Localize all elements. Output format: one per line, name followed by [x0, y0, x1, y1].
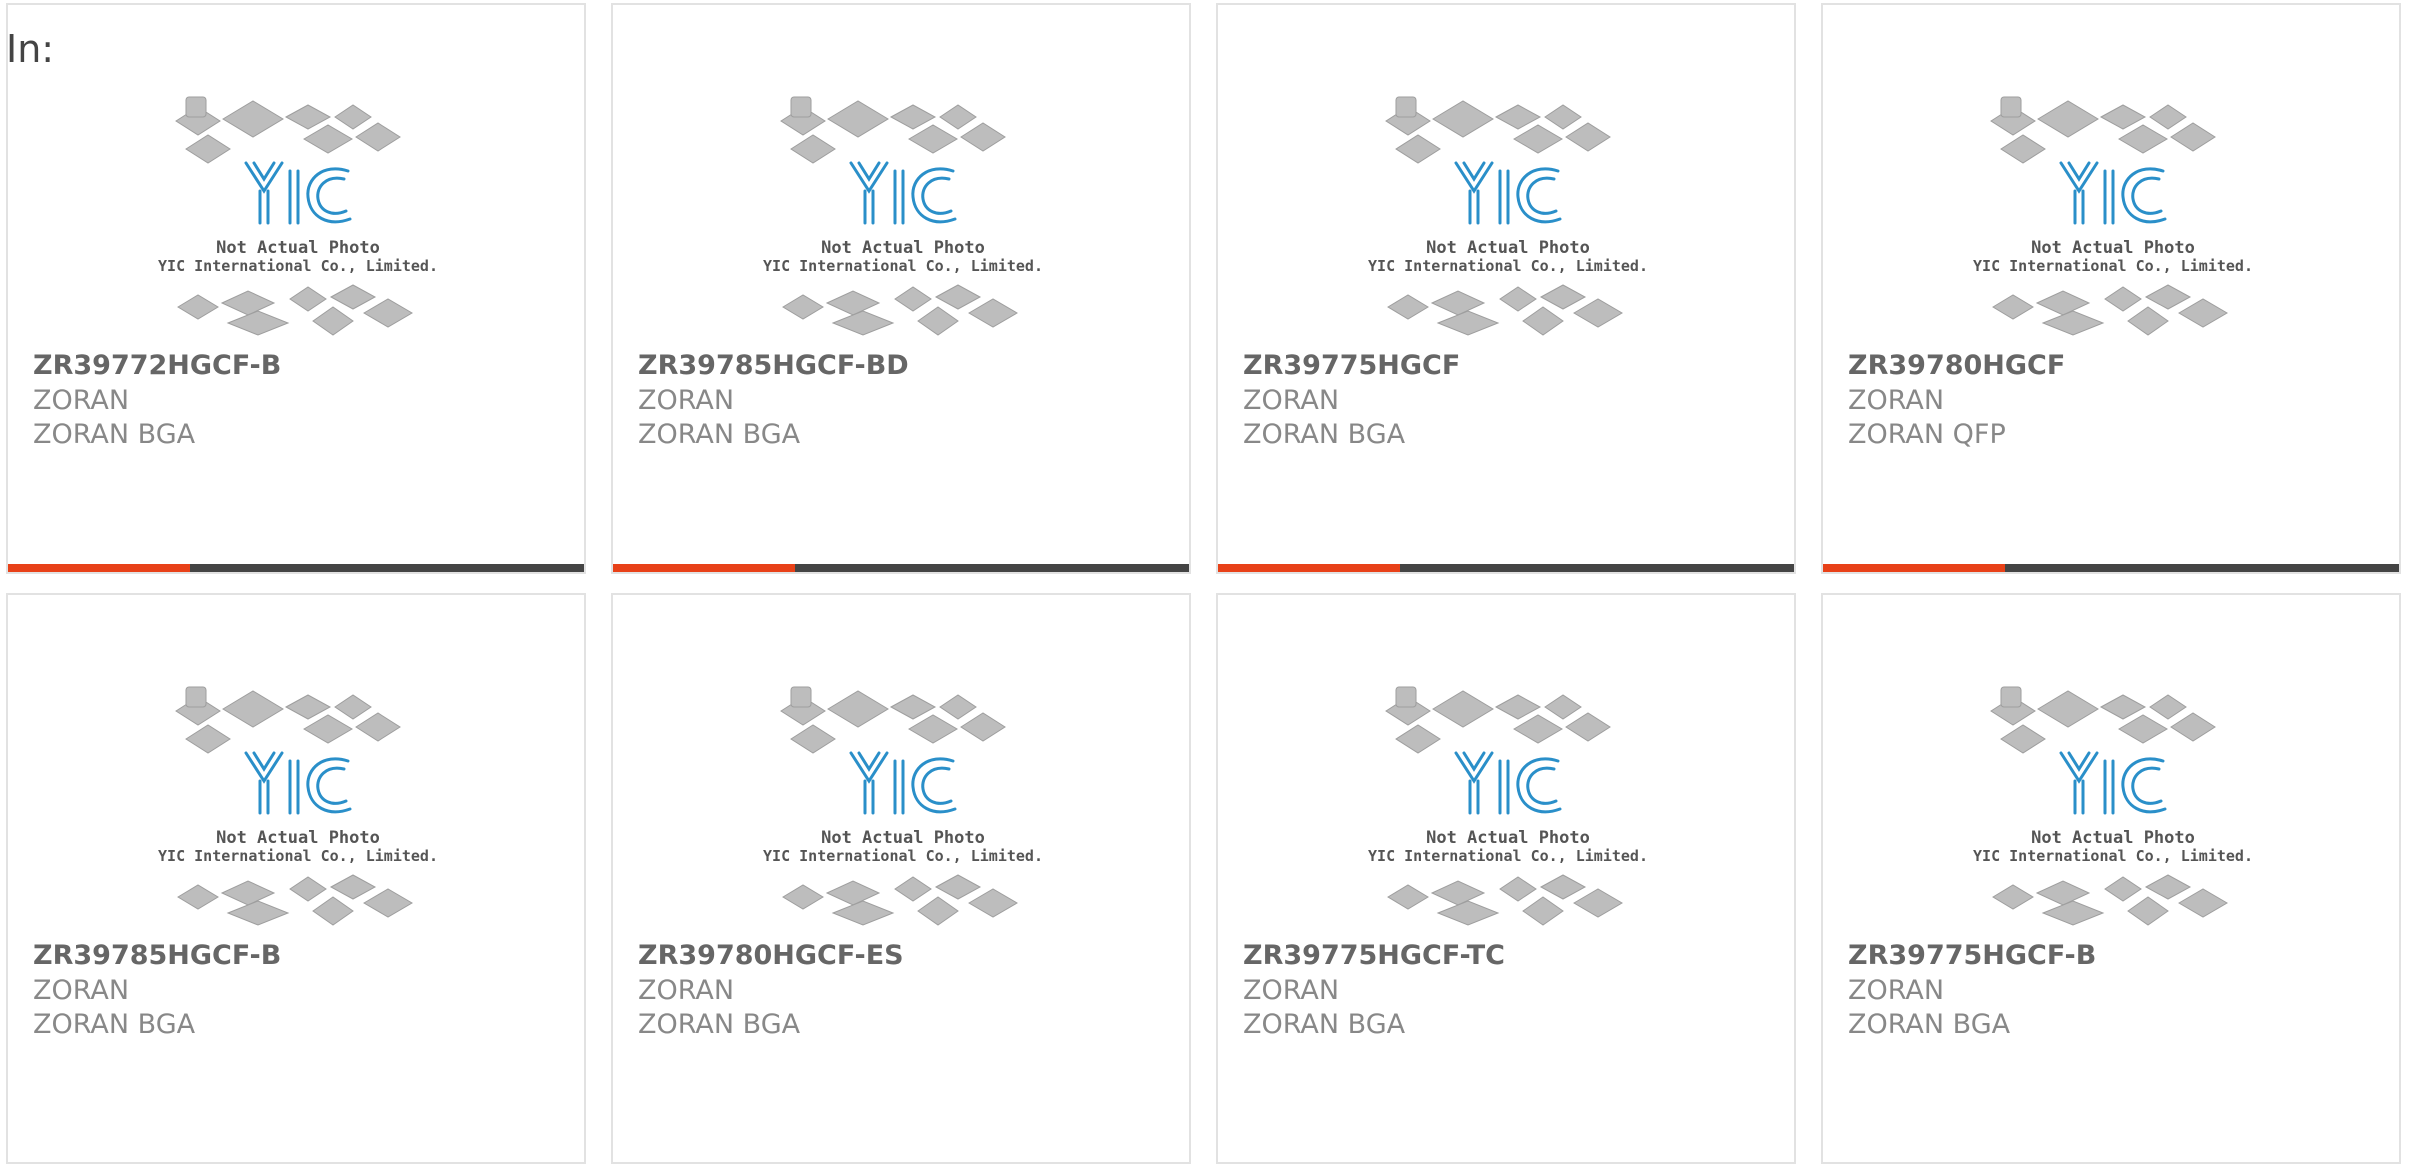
chip-images — [175, 686, 413, 926]
card-bottom-bar — [613, 564, 1189, 572]
in-label: In: — [6, 27, 55, 71]
photo-caption-line1: Not Actual Photo — [216, 828, 380, 848]
product-photo-placeholder: Not Actual PhotoYIC International Co., L… — [1368, 686, 1648, 926]
manufacturer: ZORAN — [638, 385, 735, 416]
card-accent-bar — [613, 564, 795, 572]
yic-logo — [244, 161, 352, 225]
manufacturer: ZORAN — [638, 975, 735, 1006]
yic-logo — [1454, 751, 1562, 815]
part-number[interactable]: ZR39780HGCF — [1848, 350, 2065, 381]
product-photo-placeholder: Not Actual PhotoYIC International Co., L… — [1973, 686, 2253, 926]
product-card[interactable]: Not Actual Photo YIC International Co., L… — [6, 593, 586, 1164]
manufacturer: ZORAN — [1243, 975, 1340, 1006]
product-card[interactable]: Not Actual Photo YIC International Co., L… — [1821, 593, 2401, 1164]
manufacturer: ZORAN — [1848, 385, 1945, 416]
manufacturer: ZORAN — [1243, 385, 1340, 416]
photo-caption-line2: YIC International Co., Limited. — [1973, 847, 2253, 865]
photo-caption-line2: YIC International Co., Limited. — [1368, 257, 1648, 275]
card-bottom-bar — [1218, 564, 1794, 572]
chip-images — [1990, 686, 2228, 926]
product-photo-placeholder: Not Actual PhotoYIC International Co., L… — [158, 686, 438, 926]
package: ZORAN BGA — [1243, 1009, 1406, 1040]
photo-caption-line1: Not Actual Photo — [2031, 828, 2195, 848]
package: ZORAN BGA — [638, 1009, 801, 1040]
photo-caption-line1: Not Actual Photo — [1426, 238, 1590, 258]
product-card[interactable]: Not Actual Photo YIC International Co., L… — [1216, 3, 1796, 574]
chip-images — [1990, 96, 2228, 336]
manufacturer: ZORAN — [1848, 975, 1945, 1006]
card-bottom-bar — [8, 564, 584, 572]
part-number[interactable]: ZR39775HGCF-TC — [1243, 940, 1505, 971]
photo-caption-line1: Not Actual Photo — [2031, 238, 2195, 258]
package: ZORAN BGA — [33, 419, 196, 450]
product-photo-placeholder: Not Actual PhotoYIC International Co., L… — [158, 96, 438, 336]
card-accent-bar — [8, 564, 190, 572]
yic-logo — [849, 751, 957, 815]
photo-caption-line2: YIC International Co., Limited. — [763, 257, 1043, 275]
photo-caption-line2: YIC International Co., Limited. — [1973, 257, 2253, 275]
product-photo-placeholder: Not Actual PhotoYIC International Co., L… — [1368, 96, 1648, 336]
photo-caption-line2: YIC International Co., Limited. — [1368, 847, 1648, 865]
card-accent-bar — [1823, 564, 2005, 572]
part-number[interactable]: ZR39775HGCF-B — [1848, 940, 2096, 971]
yic-logo — [849, 161, 957, 225]
photo-caption-line1: Not Actual Photo — [216, 238, 380, 258]
package: ZORAN BGA — [33, 1009, 196, 1040]
chip-images — [780, 96, 1018, 336]
product-card[interactable]: Not Actual Photo YIC International Co., L… — [6, 3, 586, 574]
yic-logo — [244, 751, 352, 815]
product-photo-placeholder: Not Actual PhotoYIC International Co., L… — [1973, 96, 2253, 336]
package: ZORAN BGA — [1243, 419, 1406, 450]
part-number[interactable]: ZR39772HGCF-B — [33, 350, 281, 381]
photo-caption-line2: YIC International Co., Limited. — [763, 847, 1043, 865]
product-photo-placeholder: Not Actual PhotoYIC International Co., L… — [763, 686, 1043, 926]
package: ZORAN QFP — [1848, 419, 2006, 450]
part-number[interactable]: ZR39775HGCF — [1243, 350, 1460, 381]
chip-images — [175, 96, 413, 336]
card-bottom-bar — [1823, 564, 2399, 572]
product-card[interactable]: Not Actual Photo YIC International Co., L… — [611, 593, 1191, 1164]
chip-images — [1385, 686, 1623, 926]
card-accent-bar — [1218, 564, 1400, 572]
chip-images — [1385, 96, 1623, 336]
yic-logo — [2059, 751, 2167, 815]
photo-caption-line1: Not Actual Photo — [1426, 828, 1590, 848]
photo-caption-line2: YIC International Co., Limited. — [158, 257, 438, 275]
part-number[interactable]: ZR39785HGCF-BD — [638, 350, 909, 381]
photo-caption-line1: Not Actual Photo — [821, 828, 985, 848]
product-card[interactable]: Not Actual Photo YIC International Co., L… — [1216, 593, 1796, 1164]
part-number[interactable]: ZR39785HGCF-B — [33, 940, 281, 971]
product-card[interactable]: Not Actual Photo YIC International Co., L… — [611, 3, 1191, 574]
product-card[interactable]: Not Actual Photo YIC International Co., L… — [1821, 3, 2401, 574]
part-number[interactable]: ZR39780HGCF-ES — [638, 940, 904, 971]
photo-caption-line1: Not Actual Photo — [821, 238, 985, 258]
package: ZORAN BGA — [1848, 1009, 2011, 1040]
product-photo-placeholder: Not Actual PhotoYIC International Co., L… — [763, 96, 1043, 336]
yic-logo — [2059, 161, 2167, 225]
package: ZORAN BGA — [638, 419, 801, 450]
chip-images — [780, 686, 1018, 926]
manufacturer: ZORAN — [33, 975, 130, 1006]
yic-logo — [1454, 161, 1562, 225]
photo-caption-line2: YIC International Co., Limited. — [158, 847, 438, 865]
manufacturer: ZORAN — [33, 385, 130, 416]
